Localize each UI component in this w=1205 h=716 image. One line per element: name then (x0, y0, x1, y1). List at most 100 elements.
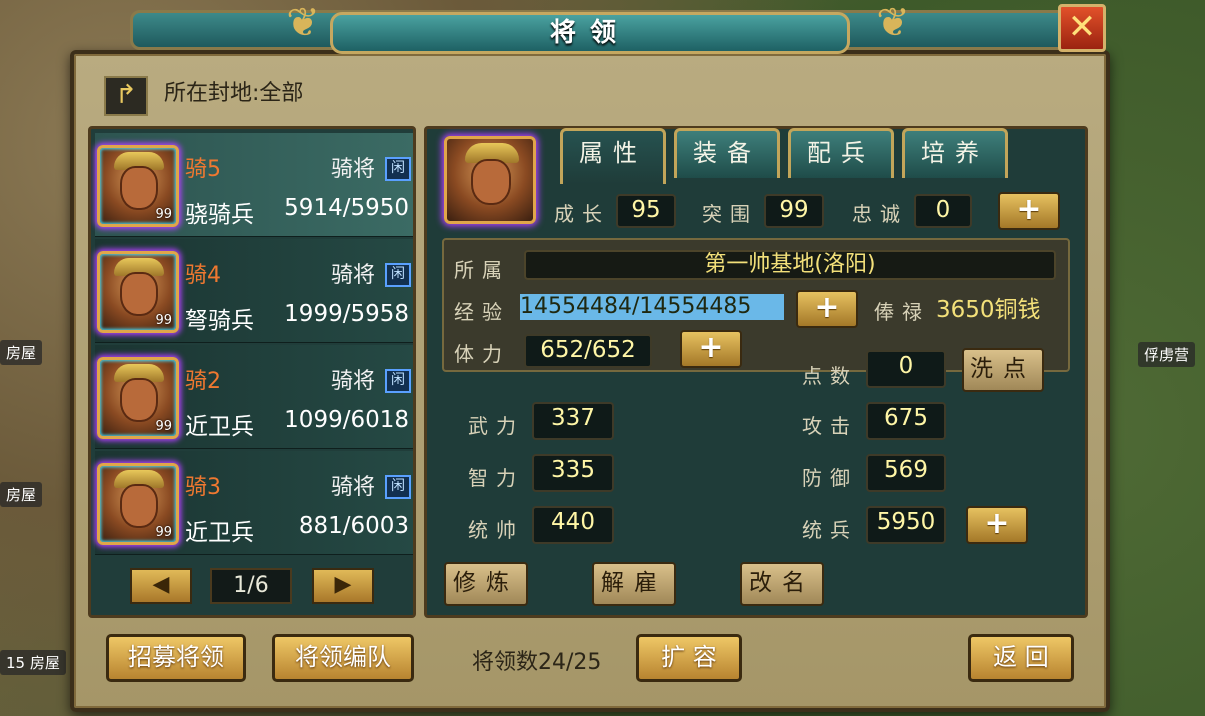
add-troops-button[interactable]: + (966, 506, 1028, 544)
expand-button[interactable]: 扩 容 (636, 634, 742, 682)
map-label-prison[interactable]: 俘虏营 (1138, 342, 1196, 367)
points-label: 点数 (802, 364, 858, 388)
troop-count: 881/6003 (298, 513, 409, 539)
wash-points-button[interactable]: 洗点 (962, 348, 1044, 392)
general-portrait: 99 (97, 145, 179, 227)
general-name: 骑5 (185, 157, 221, 182)
general-portrait: 99 (97, 357, 179, 439)
general-portrait: 99 (97, 463, 179, 545)
defense-label: 防御 (802, 466, 858, 490)
salary-label: 俸禄 (874, 300, 930, 324)
general-list: 99 骑5 骑将 闲 骁骑兵 5914/5950 99 骑4 骑将 闲 弩骑兵 … (88, 126, 416, 618)
general-name: 骑2 (185, 369, 221, 394)
troop-type: 弩骑兵 (185, 308, 254, 334)
general-portrait: 99 (97, 251, 179, 333)
force-value: 337 (532, 402, 614, 440)
general-class: 骑将 (331, 475, 376, 500)
general-level: 99 (155, 419, 172, 434)
general-row[interactable]: 99 骑3 骑将 闲 近卫兵 881/6003 (95, 451, 413, 555)
force-label: 武力 (468, 414, 524, 438)
salary-value: 3650铜钱 (936, 297, 1041, 323)
next-page-button[interactable]: ▶ (312, 568, 374, 604)
prev-page-button[interactable]: ◀ (130, 568, 192, 604)
loyalty-label: 忠诚 (852, 202, 908, 226)
recruit-general-button[interactable]: 招募将领 (106, 634, 246, 682)
growth-value: 95 (616, 194, 676, 228)
affiliation-value: 第一帅基地(洛阳) (524, 250, 1056, 280)
page-indicator: 1/6 (210, 568, 292, 604)
map-label-house[interactable]: 房屋 (0, 482, 43, 507)
general-level: 99 (155, 207, 172, 222)
idle-badge: 闲 (385, 157, 411, 181)
window-title: 将领 (330, 12, 850, 54)
general-count: 将领数24/25 (472, 650, 602, 675)
tab-training[interactable]: 培养 (902, 128, 1008, 178)
selected-general-portrait (444, 136, 536, 224)
train-button[interactable]: 修炼 (444, 562, 528, 606)
troops-label: 统兵 (802, 518, 858, 542)
triangle-right-icon: ▶ (334, 572, 352, 597)
exp-label: 经验 (454, 300, 510, 324)
general-name: 骑3 (185, 475, 221, 500)
fief-label: 所在封地:全部 (164, 81, 304, 106)
plus-icon: + (814, 290, 840, 325)
general-formation-button[interactable]: 将领编队 (272, 634, 414, 682)
general-level: 99 (155, 313, 172, 328)
troop-type: 近卫兵 (185, 414, 254, 440)
triangle-left-icon: ◀ (152, 572, 170, 597)
general-row[interactable]: 99 骑5 骑将 闲 骁骑兵 5914/5950 (95, 133, 413, 237)
troop-type: 骁骑兵 (185, 202, 254, 228)
general-class: 骑将 (331, 263, 376, 288)
general-class: 骑将 (331, 157, 376, 182)
map-label-house[interactable]: 15 房屋 (0, 650, 66, 675)
general-level: 99 (155, 525, 172, 540)
map-label-house[interactable]: 房屋 (0, 340, 43, 365)
attack-label: 攻击 (802, 414, 858, 438)
troop-count: 1999/5958 (284, 301, 409, 327)
stamina-label: 体力 (454, 342, 510, 366)
affiliation-label: 所属 (454, 258, 510, 282)
troops-value: 5950 (866, 506, 946, 544)
dismiss-button[interactable]: 解雇 (592, 562, 676, 606)
attack-value: 675 (866, 402, 946, 440)
title-ornament-icon: ❦ (876, 0, 910, 46)
idle-badge: 闲 (385, 475, 411, 499)
tab-attributes[interactable]: 属性 (560, 128, 666, 184)
defense-value: 569 (866, 454, 946, 492)
add-exp-button[interactable]: + (796, 290, 858, 328)
command-value: 440 (532, 506, 614, 544)
troop-type: 近卫兵 (185, 520, 254, 546)
fief-switch-button[interactable]: ↱ (104, 76, 148, 116)
breakout-value: 99 (764, 194, 824, 228)
rename-button[interactable]: 改名 (740, 562, 824, 606)
general-class: 骑将 (331, 369, 376, 394)
plus-icon: + (698, 330, 724, 365)
command-label: 统帅 (468, 518, 524, 542)
general-row[interactable]: 99 骑4 骑将 闲 弩骑兵 1999/5958 (95, 239, 413, 343)
add-stamina-button[interactable]: + (680, 330, 742, 368)
turn-arrow-icon: ↱ (115, 80, 137, 110)
troop-count: 1099/6018 (284, 407, 409, 433)
loyalty-value: 0 (914, 194, 972, 228)
title-ornament-icon: ❦ (286, 0, 320, 46)
intel-value: 335 (532, 454, 614, 492)
idle-badge: 闲 (385, 369, 411, 393)
exp-value: 14554484/14554485 (520, 294, 784, 320)
tab-equipment[interactable]: 装备 (674, 128, 780, 178)
add-loyalty-button[interactable]: + (998, 192, 1060, 230)
breakout-label: 突围 (702, 202, 758, 226)
plus-icon: + (1016, 192, 1042, 227)
points-value: 0 (866, 350, 946, 388)
close-button[interactable]: ✕ (1058, 4, 1106, 52)
plus-icon: + (984, 506, 1010, 541)
general-row[interactable]: 99 骑2 骑将 闲 近卫兵 1099/6018 (95, 345, 413, 449)
close-icon: ✕ (1067, 7, 1097, 47)
stamina-value: 652/652 (524, 334, 652, 368)
idle-badge: 闲 (385, 263, 411, 287)
general-name: 骑4 (185, 263, 221, 288)
intel-label: 智力 (468, 466, 524, 490)
tab-troops[interactable]: 配兵 (788, 128, 894, 178)
return-button[interactable]: 返 回 (968, 634, 1074, 682)
growth-label: 成长 (554, 202, 610, 226)
troop-count: 5914/5950 (284, 195, 409, 221)
